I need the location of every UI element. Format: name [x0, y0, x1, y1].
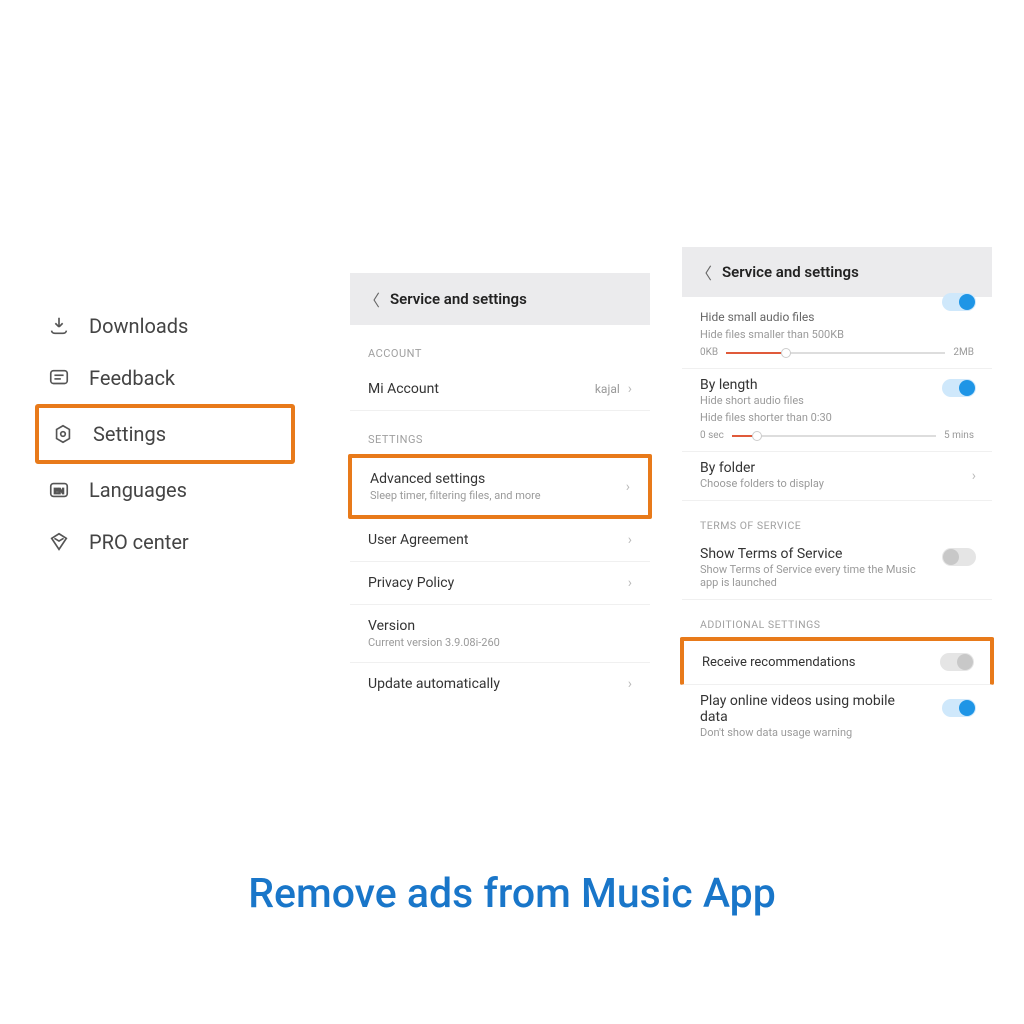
- toggle-show-tos[interactable]: [942, 548, 976, 566]
- toggle-play-mobile[interactable]: [942, 699, 976, 717]
- row-mi-account[interactable]: Mi Account kajal ›: [350, 368, 650, 411]
- row-sublabel: Show Terms of Service every time the Mus…: [700, 563, 920, 589]
- pro-icon: [47, 530, 71, 554]
- row-user-agreement[interactable]: User Agreement ›: [350, 519, 650, 562]
- menu-label: Languages: [89, 478, 187, 502]
- row-show-tos: Show Terms of Service Show Terms of Serv…: [682, 538, 992, 600]
- row-label: By length: [700, 377, 974, 393]
- menu-downloads[interactable]: Downloads: [35, 300, 295, 352]
- row-advanced-settings[interactable]: Advanced settings Sleep timer, filtering…: [348, 454, 652, 519]
- menu-label: Feedback: [89, 366, 175, 390]
- advanced-panel: 〈 Service and settings Hide small audio …: [682, 247, 992, 749]
- row-sublabel: Don't show data usage warning: [700, 726, 974, 739]
- menu-label: PRO center: [89, 530, 189, 554]
- row-value: kajal: [595, 382, 620, 396]
- caption-text: Remove ads from Music App: [0, 870, 1024, 918]
- slider-max: 2MB: [953, 347, 974, 358]
- chevron-right-icon: ›: [628, 676, 632, 692]
- panel-header: 〈 Service and settings: [682, 247, 992, 297]
- row-label: Receive recommendations: [702, 655, 972, 670]
- row-label: Privacy Policy: [368, 575, 454, 591]
- toggle-by-length[interactable]: [942, 379, 976, 397]
- row-version: Version Current version 3.9.08i-260: [350, 605, 650, 663]
- slider-length[interactable]: [732, 435, 936, 437]
- slider-size[interactable]: [726, 352, 945, 354]
- chevron-right-icon: ›: [628, 381, 632, 397]
- row-sublabel: Sleep timer, filtering files, and more: [370, 489, 541, 502]
- menu-label: Settings: [93, 422, 166, 446]
- row-label: User Agreement: [368, 532, 468, 548]
- slider-max: 5 mins: [944, 430, 974, 441]
- row-by-length: By length Hide short audio files Hide fi…: [682, 369, 992, 452]
- menu-pro-center[interactable]: PRO center: [35, 516, 295, 568]
- row-label: Show Terms of Service: [700, 546, 974, 562]
- row-label: Version: [368, 618, 500, 634]
- row-label: Update automatically: [368, 676, 500, 692]
- row-sublabel2: Hide files shorter than 0:30: [700, 411, 974, 424]
- back-icon[interactable]: 〈: [696, 260, 712, 284]
- row-label: Hide small audio files: [700, 310, 974, 324]
- slider-min: 0 sec: [700, 430, 724, 441]
- section-label-settings: SETTINGS: [350, 411, 650, 454]
- svg-text:EN: EN: [54, 487, 64, 496]
- menu-panel: Downloads Feedback Settings EN Languages…: [35, 300, 295, 568]
- section-label-tos: TERMS OF SERVICE: [682, 501, 992, 538]
- chevron-right-icon: ›: [972, 468, 976, 484]
- back-icon[interactable]: 〈: [364, 287, 380, 311]
- row-sublabel: Hide short audio files: [700, 394, 974, 407]
- row-play-mobile-data: Play online videos using mobile data Don…: [682, 685, 992, 749]
- menu-feedback[interactable]: Feedback: [35, 352, 295, 404]
- panel-header: 〈 Service and settings: [350, 273, 650, 325]
- section-label-additional: ADDITIONAL SETTINGS: [682, 600, 992, 637]
- row-sublabel: Hide files smaller than 500KB: [700, 328, 974, 341]
- row-label: By folder: [700, 460, 974, 476]
- row-receive-recommendations[interactable]: Receive recommendations: [680, 637, 994, 685]
- toggle-receive-recommendations[interactable]: [940, 653, 974, 671]
- row-update-automatically[interactable]: Update automatically ›: [350, 663, 650, 705]
- menu-languages[interactable]: EN Languages: [35, 464, 295, 516]
- row-sublabel: Choose folders to display: [700, 477, 974, 490]
- row-sublabel: Current version 3.9.08i-260: [368, 636, 500, 649]
- panel-title: Service and settings: [390, 290, 527, 308]
- chevron-right-icon: ›: [626, 479, 630, 495]
- row-label: Advanced settings: [370, 471, 541, 487]
- menu-label: Downloads: [89, 314, 188, 338]
- row-privacy-policy[interactable]: Privacy Policy ›: [350, 562, 650, 605]
- menu-settings[interactable]: Settings: [35, 404, 295, 464]
- settings-icon: [51, 422, 75, 446]
- row-label: Mi Account: [368, 381, 439, 397]
- language-icon: EN: [47, 478, 71, 502]
- slider-min: 0KB: [700, 347, 718, 358]
- chevron-right-icon: ›: [628, 532, 632, 548]
- download-icon: [47, 314, 71, 338]
- settings-panel: 〈 Service and settings ACCOUNT Mi Accoun…: [350, 273, 650, 705]
- row-by-folder[interactable]: › By folder Choose folders to display: [682, 452, 992, 501]
- panel-title: Service and settings: [722, 263, 859, 281]
- section-label-account: ACCOUNT: [350, 325, 650, 368]
- row-hide-small-files: Hide small audio files Hide files smalle…: [682, 297, 992, 369]
- row-label: Play online videos using mobile data: [700, 693, 920, 725]
- toggle-hide-small[interactable]: [942, 293, 976, 311]
- feedback-icon: [47, 366, 71, 390]
- chevron-right-icon: ›: [628, 575, 632, 591]
